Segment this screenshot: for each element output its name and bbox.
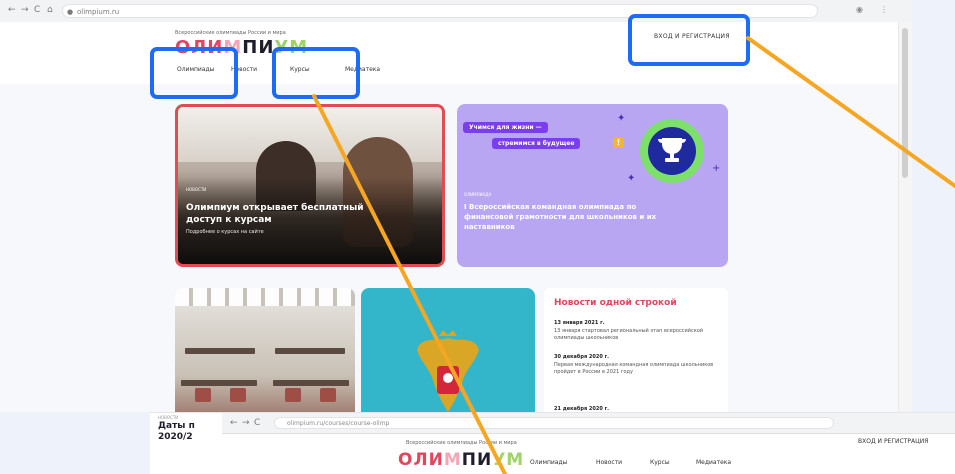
desk <box>181 380 257 386</box>
dates-card-title: Даты п 2020/2 <box>158 421 195 442</box>
home-icon[interactable]: ⌂ <box>47 5 53 15</box>
desk <box>273 380 349 386</box>
coat-of-arms-card[interactable] <box>361 288 535 412</box>
browser-menu-icon[interactable]: ⋮ <box>880 5 888 14</box>
browser-window-secondary: НОВОСТИ Даты п 2020/2 ← → C olimpium.ru/… <box>150 412 955 474</box>
featured-news-subtitle: Подробнее о курсах на сайте <box>186 229 264 235</box>
forward-arrow-icon[interactable]: → <box>21 5 29 15</box>
reload-icon[interactable]: C <box>254 418 260 428</box>
scrollbar-thumb[interactable] <box>902 28 908 178</box>
coat-of-arms-icon <box>417 330 479 412</box>
chair <box>285 388 301 402</box>
site-logo-secondary[interactable]: ОЛИМПИУМ <box>398 450 524 470</box>
featured-news-card[interactable]: НОВОСТИ Олимпиум открывает бесплатный до… <box>175 104 445 267</box>
site-tagline: Всероссийские олимпиады России и мира <box>175 30 286 36</box>
nav-media-secondary[interactable]: Медиатека <box>696 459 731 466</box>
news-heading: Новости одной строкой <box>554 298 677 308</box>
slogan-line-2: стремимся в будущее <box>492 138 581 149</box>
chair <box>195 388 211 402</box>
trophy-badge-icon <box>640 119 704 183</box>
nav-news-secondary[interactable]: Новости <box>596 459 622 466</box>
address-bar-secondary[interactable]: olimpium.ru/courses/course-olimp <box>274 417 834 429</box>
classroom-windows <box>175 288 355 306</box>
olympiad-promo-title: I Всероссийская командная олимпиада по ф… <box>464 203 657 231</box>
site-tagline-secondary: Всероссийские олимпиады России и мира <box>406 440 517 446</box>
address-bar-url: olimpium.ru <box>77 8 120 16</box>
page-content: Всероссийские олимпиады России и мира ОЛ… <box>0 22 898 412</box>
date-card-tag: НОВОСТИ <box>158 415 179 420</box>
news-item-text[interactable]: 13 января стартовал региональный этап вс… <box>554 328 722 342</box>
featured-news-title: Олимпиум открывает бесплатный доступ к к… <box>186 203 364 225</box>
forward-arrow-icon[interactable]: → <box>242 418 250 428</box>
olympiad-promo-card[interactable]: Учимся для жизни — стремимся в будущее !… <box>457 104 728 267</box>
site-header: Всероссийские олимпиады России и мира ОЛ… <box>0 22 898 84</box>
desk <box>185 348 255 354</box>
browser-toolbar-secondary: ← → C olimpium.ru/courses/course-olimp <box>222 413 955 434</box>
card-category-tag: ОЛИМПИАДА <box>464 192 492 197</box>
nav-olympiads-secondary[interactable]: Олимпиады <box>530 459 567 466</box>
highlight-olympiads <box>150 47 238 99</box>
chair <box>320 388 336 402</box>
reload-icon[interactable]: C <box>34 5 40 15</box>
news-item-date: 13 января 2021 г. <box>554 320 605 326</box>
sparkle-icon: + <box>712 163 721 174</box>
screenshot-canvas: ← → C ⌂ ● olimpium.ru ◉ ⋮ Всероссийские … <box>0 0 955 474</box>
address-bar-url: olimpium.ru/courses/course-olimp <box>287 420 390 427</box>
news-item-text[interactable]: Первая международная командная олимпиада… <box>554 362 722 376</box>
desk <box>275 348 345 354</box>
back-arrow-icon[interactable]: ← <box>8 5 16 15</box>
chair <box>230 388 246 402</box>
slogan-line-1: Учимся для жизни — <box>463 122 548 133</box>
login-register-link-secondary[interactable]: ВХОД И РЕГИСТРАЦИЯ <box>858 438 928 445</box>
lock-icon: ● <box>67 8 74 16</box>
news-one-line-box: Новости одной строкой 13 января 2021 г. … <box>544 288 728 412</box>
sparkle-icon: ✦ <box>627 173 636 184</box>
nav-courses-secondary[interactable]: Курсы <box>650 459 670 466</box>
browser-toolbar: ← → C ⌂ ● olimpium.ru ◉ ⋮ <box>0 0 912 23</box>
profile-icon[interactable]: ◉ <box>856 5 863 14</box>
sparkle-icon: ✦ <box>617 113 626 124</box>
classroom-photo-card[interactable] <box>175 288 355 412</box>
highlight-login <box>628 14 750 66</box>
highlight-courses <box>272 47 360 99</box>
alert-badge-icon: ! <box>613 137 624 148</box>
news-item-date: 30 декабря 2020 г. <box>554 354 610 360</box>
back-arrow-icon[interactable]: ← <box>230 418 238 428</box>
card-category-tag: НОВОСТИ <box>186 187 207 192</box>
browser-window-main: ← → C ⌂ ● olimpium.ru ◉ ⋮ Всероссийские … <box>0 0 912 412</box>
